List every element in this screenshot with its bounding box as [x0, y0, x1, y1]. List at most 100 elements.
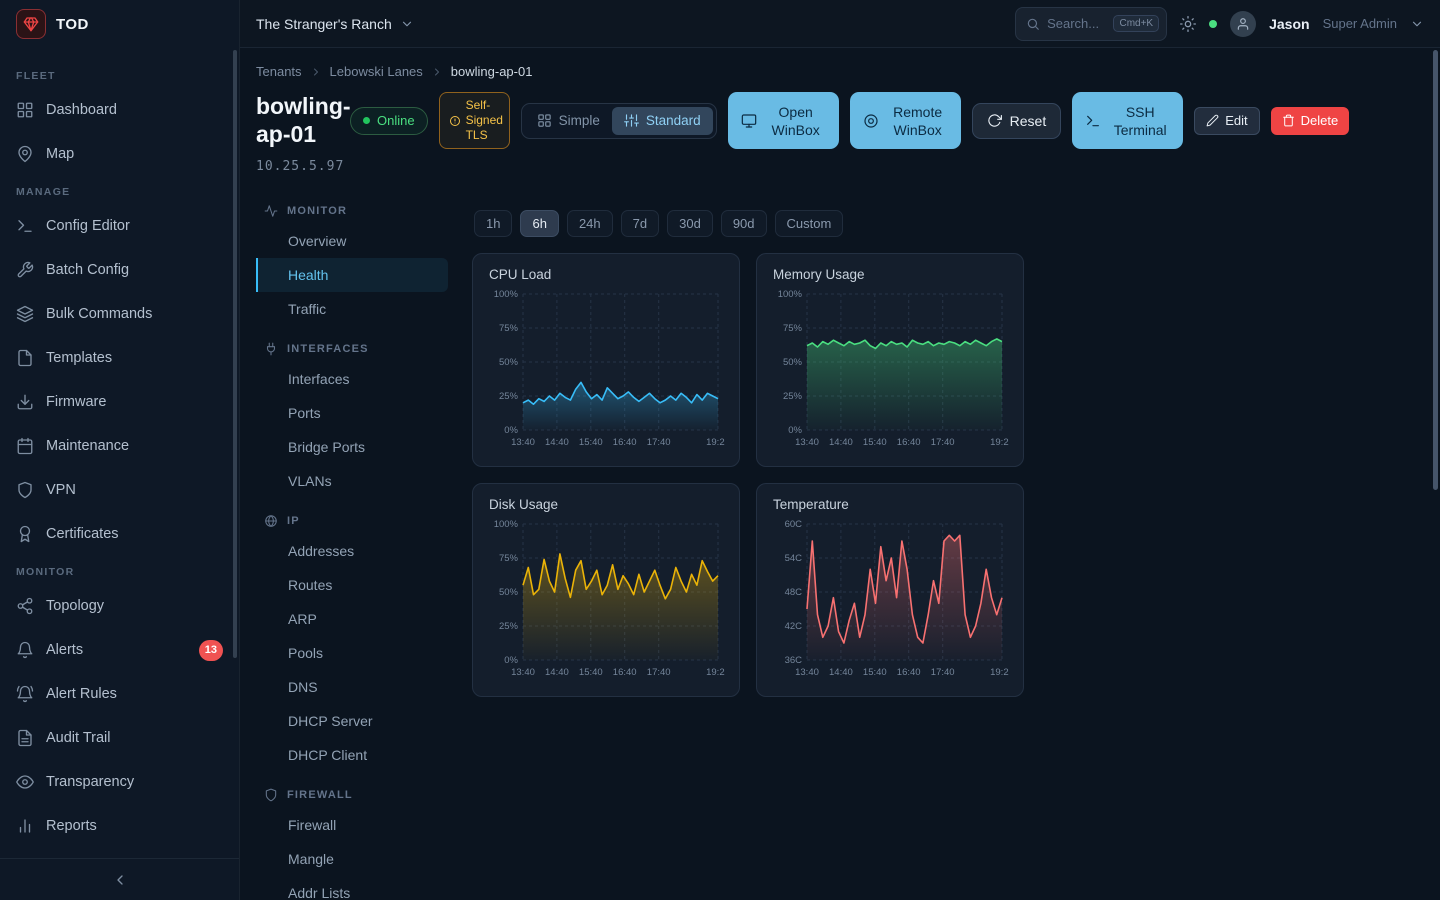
sidebar-item-firmware[interactable]: Firmware: [0, 380, 239, 424]
subnav-item-bridge-ports[interactable]: Bridge Ports: [256, 430, 448, 464]
cpu-load-card: CPU Load 100%75%50%25%0%13:4014:4015:401…: [472, 253, 740, 467]
time-range-30d[interactable]: 30d: [667, 210, 713, 237]
sidebar-item-dashboard[interactable]: Dashboard: [0, 88, 239, 132]
online-dot-icon: [363, 117, 370, 124]
alert-circle-icon: [449, 115, 461, 127]
health-charts-area: 1h 6h 24h 7d 30d 90d Custom CPU Load 100…: [472, 198, 1024, 900]
sidebar-item-vpn[interactable]: VPN: [0, 468, 239, 512]
sidebar-item-batch-config[interactable]: Batch Config: [0, 248, 239, 292]
subnav-item-interfaces[interactable]: Interfaces: [256, 362, 448, 396]
chart-title: Disk Usage: [489, 497, 723, 512]
time-range-6h[interactable]: 6h: [520, 210, 558, 237]
subnav-item-firewall[interactable]: Firewall: [256, 808, 448, 842]
subnav-item-vlans[interactable]: VLANs: [256, 464, 448, 498]
time-range-1h[interactable]: 1h: [474, 210, 512, 237]
svg-text:16:40: 16:40: [897, 437, 921, 448]
ssh-terminal-button[interactable]: SSH Terminal: [1072, 92, 1183, 149]
time-range-custom[interactable]: Custom: [775, 210, 844, 237]
subnav-item-ports[interactable]: Ports: [256, 396, 448, 430]
map-pin-icon: [16, 145, 34, 163]
shield-icon: [264, 788, 278, 802]
sidebar-item-maintenance[interactable]: Maintenance: [0, 424, 239, 468]
sidebar-scrollbar[interactable]: [233, 50, 237, 658]
sidebar-item-transparency[interactable]: Transparency: [0, 760, 239, 804]
subnav-item-dhcp-server[interactable]: DHCP Server: [256, 704, 448, 738]
device-ip: 10.25.5.97: [256, 159, 358, 174]
sidebar-item-bulk-commands[interactable]: Bulk Commands: [0, 292, 239, 336]
sidebar-item-label: Audit Trail: [46, 730, 110, 746]
subnav-item-health[interactable]: Health: [256, 258, 448, 292]
sidebar-item-alert-rules[interactable]: Alert Rules: [0, 672, 239, 716]
svg-text:19:25: 19:25: [990, 437, 1009, 448]
theme-toggle-button[interactable]: [1180, 16, 1196, 32]
sidebar-collapse-button[interactable]: [0, 858, 239, 900]
sidebar-item-certificates[interactable]: Certificates: [0, 512, 239, 556]
memory-usage-card: Memory Usage 100%75%50%25%0%13:4014:4015…: [756, 253, 1024, 467]
breadcrumb-tenant[interactable]: Lebowski Lanes: [330, 64, 423, 79]
delete-button[interactable]: Delete: [1271, 107, 1350, 135]
svg-text:14:40: 14:40: [545, 667, 569, 678]
svg-text:15:40: 15:40: [863, 667, 887, 678]
subnav-item-routes[interactable]: Routes: [256, 568, 448, 602]
edit-button[interactable]: Edit: [1194, 107, 1259, 135]
sidebar-item-templates[interactable]: Templates: [0, 336, 239, 380]
mode-option-simple[interactable]: Simple: [525, 107, 612, 135]
sidebar-item-label: Alert Rules: [46, 686, 117, 702]
app-logo-row: TOD: [0, 0, 239, 48]
sidebar-item-map[interactable]: Map: [0, 132, 239, 176]
network-nodes-icon: [16, 597, 34, 615]
open-winbox-button[interactable]: Open WinBox: [728, 92, 839, 149]
app-logo: [16, 9, 46, 39]
svg-text:13:40: 13:40: [795, 437, 819, 448]
user-role: Super Admin: [1323, 16, 1397, 31]
subnav-section-monitor: MONITOR Overview Health Traffic: [256, 198, 448, 326]
svg-text:13:40: 13:40: [511, 437, 535, 448]
svg-text:19:25: 19:25: [706, 437, 725, 448]
activity-icon: [264, 204, 278, 218]
subnav-item-pools[interactable]: Pools: [256, 636, 448, 670]
svg-text:15:40: 15:40: [579, 667, 603, 678]
sidebar-item-audit-trail[interactable]: Audit Trail: [0, 716, 239, 760]
sidebar-item-reports[interactable]: Reports: [0, 804, 239, 848]
time-range-7d[interactable]: 7d: [621, 210, 659, 237]
shield-icon: [16, 481, 34, 499]
sidebar-item-topology[interactable]: Topology: [0, 584, 239, 628]
subnav-item-addresses[interactable]: Addresses: [256, 534, 448, 568]
subnav-item-traffic[interactable]: Traffic: [256, 292, 448, 326]
user-avatar[interactable]: [1230, 11, 1256, 37]
svg-text:15:40: 15:40: [579, 437, 603, 448]
page-header: bowling-ap-01 10.25.5.97 Online Self-Sig…: [256, 92, 1440, 174]
file-icon: [16, 349, 34, 367]
search-box[interactable]: Cmd+K: [1015, 7, 1167, 41]
sidebar-item-alerts[interactable]: Alerts 13: [0, 628, 239, 672]
terminal-icon: [16, 217, 34, 235]
device-actions: Online Self-Signed TLS Simple Standard: [350, 92, 1349, 149]
svg-text:25%: 25%: [499, 621, 519, 632]
user-menu-chevron-icon[interactable]: [1410, 17, 1424, 31]
subnav-item-arp[interactable]: ARP: [256, 602, 448, 636]
subnav-item-dns[interactable]: DNS: [256, 670, 448, 704]
subnav-item-mangle[interactable]: Mangle: [256, 842, 448, 876]
subnav-item-addr-lists[interactable]: Addr Lists: [256, 876, 448, 900]
svg-text:25%: 25%: [783, 391, 803, 402]
gem-icon: [23, 16, 39, 32]
svg-text:48C: 48C: [785, 587, 803, 598]
reset-button[interactable]: Reset: [972, 103, 1062, 139]
remote-winbox-button[interactable]: Remote WinBox: [850, 92, 961, 149]
page-scrollbar[interactable]: [1433, 50, 1438, 490]
svg-text:0%: 0%: [788, 425, 802, 436]
subnav-item-overview[interactable]: Overview: [256, 224, 448, 258]
subnav-item-dhcp-client[interactable]: DHCP Client: [256, 738, 448, 772]
breadcrumb-tenants[interactable]: Tenants: [256, 64, 302, 79]
refresh-icon: [987, 113, 1002, 128]
time-range-90d[interactable]: 90d: [721, 210, 767, 237]
mode-option-standard[interactable]: Standard: [612, 107, 713, 135]
svg-text:42C: 42C: [785, 621, 803, 632]
sidebar-item-label: Templates: [46, 350, 112, 366]
time-range-24h[interactable]: 24h: [567, 210, 613, 237]
sidebar-item-config-editor[interactable]: Config Editor: [0, 204, 239, 248]
sidebar-item-label: Topology: [46, 598, 104, 614]
svg-text:0%: 0%: [504, 655, 518, 666]
search-input[interactable]: [1047, 16, 1106, 31]
tenant-selector[interactable]: The Stranger's Ranch: [256, 16, 414, 32]
